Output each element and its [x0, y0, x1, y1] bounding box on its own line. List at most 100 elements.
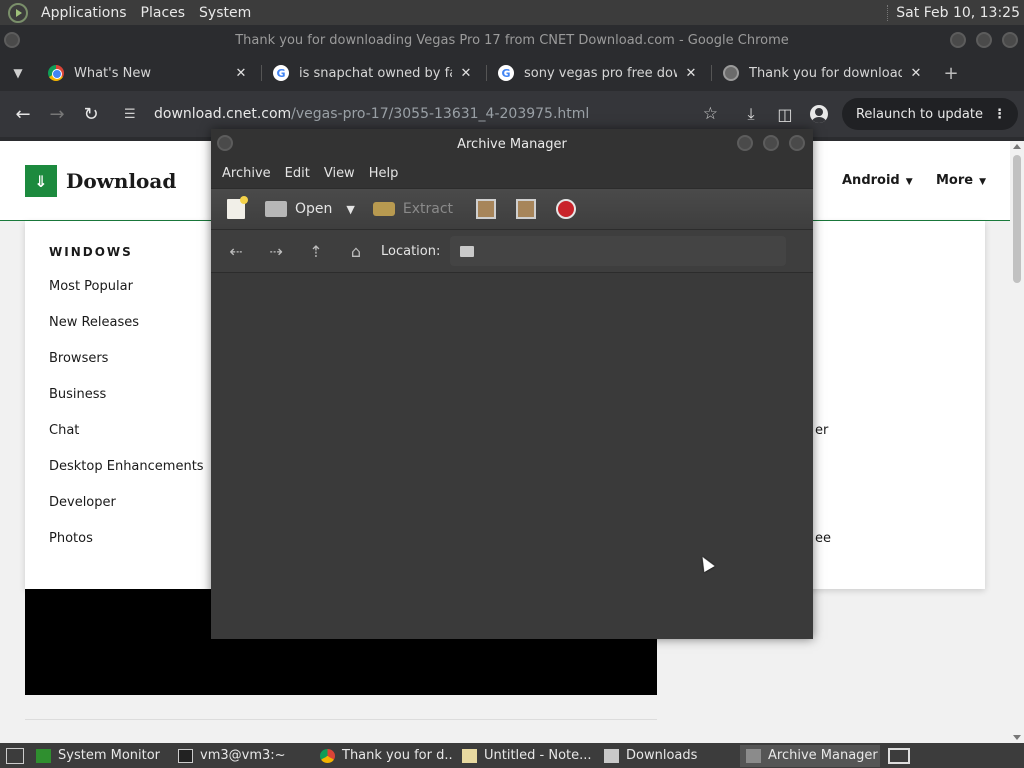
location-field[interactable]	[450, 236, 787, 266]
archive-location-bar: ⇠ ⇢ ⇡ ⌂ Location:	[211, 230, 813, 273]
workspace-switcher-icon[interactable]	[888, 747, 910, 764]
menu-view[interactable]: View	[317, 166, 362, 181]
menu-applications[interactable]: Applications	[34, 5, 134, 21]
address-bar[interactable]: ☰ download.cnet.com/vegas-pro-17/3055-13…	[114, 97, 728, 131]
maximize-icon[interactable]	[763, 135, 779, 151]
tab-close-icon[interactable]: ✕	[233, 66, 249, 81]
archive-manager-window: Archive Manager Archive Edit View Help O…	[211, 129, 813, 639]
nav-android-label: Android	[842, 173, 900, 188]
bookmark-star-icon[interactable]: ☆	[703, 104, 718, 124]
nav-more[interactable]: More ▼	[936, 173, 986, 188]
back-arrow-icon[interactable]: ←	[6, 97, 40, 131]
open-button-label[interactable]: Open	[295, 201, 332, 217]
tab-whats-new[interactable]: What's New ✕	[36, 55, 261, 91]
add-files-icon[interactable]	[471, 194, 501, 224]
menu-edit[interactable]: Edit	[278, 166, 317, 181]
back-arrow-icon[interactable]: ⇠	[221, 236, 251, 266]
extract-button-label[interactable]: Extract	[403, 201, 453, 217]
add-folder-icon[interactable]	[511, 194, 541, 224]
chrome-icon	[320, 748, 335, 763]
new-archive-icon[interactable]	[221, 194, 251, 224]
show-desktop-icon[interactable]	[6, 747, 24, 764]
tab-close-icon[interactable]: ✕	[458, 66, 474, 81]
relaunch-to-update-button[interactable]: Relaunch to update ⋮	[841, 98, 1018, 130]
side-panel-icon[interactable]: ◫	[768, 97, 802, 131]
task-terminal[interactable]: vm3@vm3:~	[172, 745, 312, 767]
reload-icon[interactable]: ↻	[74, 97, 108, 131]
tab-title: What's New	[74, 65, 151, 81]
close-window-icon[interactable]	[1002, 32, 1018, 48]
minimize-icon[interactable]	[950, 32, 966, 48]
tab-close-icon[interactable]: ✕	[908, 66, 924, 81]
open-archive-icon[interactable]	[261, 194, 291, 224]
top-panel: Applications Places System Sat Feb 10, 1…	[0, 0, 1024, 25]
tab-strip: ▼ What's New ✕ G is snapchat owned by fa…	[0, 55, 1024, 91]
category-desktop-enhancements[interactable]: Desktop Enhancements	[49, 459, 204, 474]
logo-text: Download	[66, 169, 177, 193]
extract-icon[interactable]	[369, 194, 399, 224]
page-scrollbar[interactable]	[1010, 141, 1024, 743]
maximize-icon[interactable]	[976, 32, 992, 48]
menu-system[interactable]: System	[192, 5, 258, 21]
category-partial-text[interactable]: ee	[815, 531, 831, 546]
tab-title: sony vegas pro free downlo	[524, 65, 677, 81]
profile-avatar-icon[interactable]	[802, 97, 836, 131]
category-chat[interactable]: Chat	[49, 423, 79, 438]
archive-toolbar: Open ▼ Extract	[211, 188, 813, 230]
site-info-icon[interactable]: ☰	[124, 107, 142, 122]
close-window-icon[interactable]	[789, 135, 805, 151]
divider	[25, 719, 657, 720]
category-business[interactable]: Business	[49, 387, 106, 402]
open-dropdown-caret-icon[interactable]: ▼	[346, 203, 354, 216]
tab-thank-you[interactable]: Thank you for downloading ✕	[711, 55, 936, 91]
archive-menubar: Archive Edit View Help	[211, 159, 813, 188]
scroll-down-arrow-icon[interactable]	[1013, 735, 1021, 740]
new-tab-plus-icon[interactable]: +	[936, 63, 966, 84]
system-monitor-icon	[36, 748, 51, 763]
task-chrome[interactable]: Thank you for d...	[314, 745, 454, 767]
tab-sony-vegas-search[interactable]: G sony vegas pro free downlo ✕	[486, 55, 711, 91]
up-arrow-icon[interactable]: ⇡	[301, 236, 331, 266]
archive-file-list[interactable]	[211, 273, 813, 639]
gnome-logo-icon[interactable]	[8, 2, 28, 23]
nav-android[interactable]: Android ▼	[842, 173, 913, 188]
url-domain: download.cnet.com	[154, 106, 292, 122]
task-notepad[interactable]: Untitled - Note...	[456, 745, 596, 767]
task-archive-manager[interactable]: Archive Manager	[740, 744, 880, 767]
minimize-icon[interactable]	[737, 135, 753, 151]
task-system-monitor[interactable]: System Monitor	[30, 745, 170, 767]
site-logo[interactable]: ⇓ Download	[25, 165, 176, 197]
clock[interactable]: Sat Feb 10, 13:25	[887, 4, 1020, 21]
scrollbar-thumb[interactable]	[1013, 155, 1021, 283]
archive-title-bar[interactable]: Archive Manager	[211, 129, 813, 159]
download-icon[interactable]: ⤓	[734, 97, 768, 131]
forward-arrow-icon[interactable]: ⇢	[261, 236, 291, 266]
window-menu-icon[interactable]	[4, 32, 20, 48]
task-label: Untitled - Note...	[484, 748, 592, 763]
window-menu-icon[interactable]	[217, 135, 233, 151]
scroll-up-arrow-icon[interactable]	[1013, 144, 1021, 149]
google-icon: G	[273, 65, 289, 81]
chrome-title-bar[interactable]: Thank you for downloading Vegas Pro 17 f…	[0, 25, 1024, 55]
task-label: vm3@vm3:~	[200, 748, 286, 763]
menu-places[interactable]: Places	[134, 5, 193, 21]
tab-snapchat-search[interactable]: G is snapchat owned by faceb ✕	[261, 55, 486, 91]
category-photos[interactable]: Photos	[49, 531, 93, 546]
task-downloads[interactable]: Downloads	[598, 745, 738, 767]
category-new-releases[interactable]: New Releases	[49, 315, 139, 330]
forward-arrow-icon[interactable]: →	[40, 97, 74, 131]
home-icon[interactable]: ⌂	[341, 236, 371, 266]
stop-icon[interactable]	[551, 194, 581, 224]
google-icon: G	[498, 65, 514, 81]
tab-close-icon[interactable]: ✕	[683, 66, 699, 81]
task-label: Archive Manager	[768, 748, 878, 763]
category-partial-text[interactable]: er	[815, 423, 828, 438]
menu-help[interactable]: Help	[362, 166, 406, 181]
category-developer[interactable]: Developer	[49, 495, 116, 510]
tab-search-chevron-icon[interactable]: ▼	[0, 66, 36, 80]
category-most-popular[interactable]: Most Popular	[49, 279, 133, 294]
kebab-menu-icon[interactable]: ⋮	[993, 107, 1006, 122]
taskbar: System Monitor vm3@vm3:~ Thank you for d…	[0, 743, 1024, 768]
category-browsers[interactable]: Browsers	[49, 351, 108, 366]
menu-archive[interactable]: Archive	[215, 166, 278, 181]
